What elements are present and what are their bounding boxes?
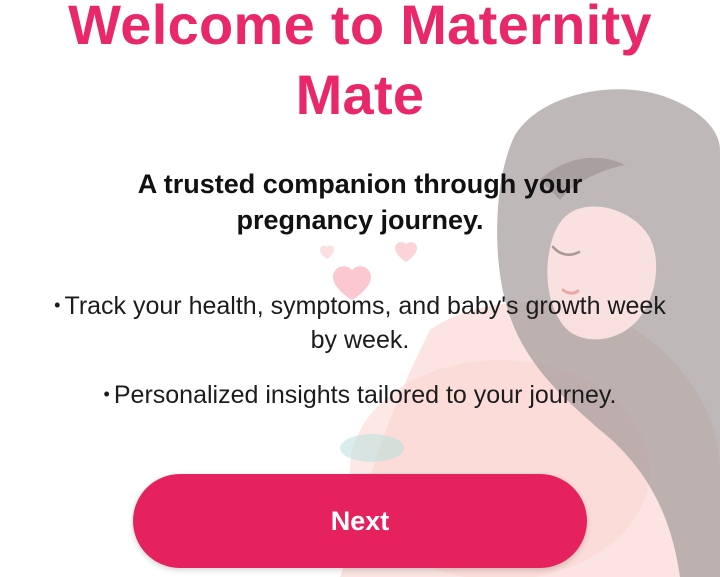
feature-list: • Track your health, symptoms, and baby's… bbox=[40, 288, 680, 432]
next-button[interactable]: Next bbox=[133, 474, 587, 568]
page-subtitle: A trusted companion through your pregnan… bbox=[137, 169, 583, 235]
bullet-marker: • bbox=[103, 384, 110, 404]
page-title: Welcome to Maternity Mate bbox=[68, 0, 652, 126]
feature-text: Personalized insights tailored to your j… bbox=[113, 381, 617, 409]
feature-text: Track your health, symptoms, and baby's … bbox=[64, 292, 666, 354]
onboarding-content: Welcome to Maternity Mate A trusted comp… bbox=[0, 0, 720, 577]
feature-item: • Personalized insights tailored to your … bbox=[40, 377, 680, 412]
feature-item: • Track your health, symptoms, and baby's… bbox=[40, 288, 680, 357]
onboarding-screen: Welcome to Maternity Mate A trusted comp… bbox=[0, 0, 720, 577]
bullet-marker: • bbox=[54, 295, 61, 315]
